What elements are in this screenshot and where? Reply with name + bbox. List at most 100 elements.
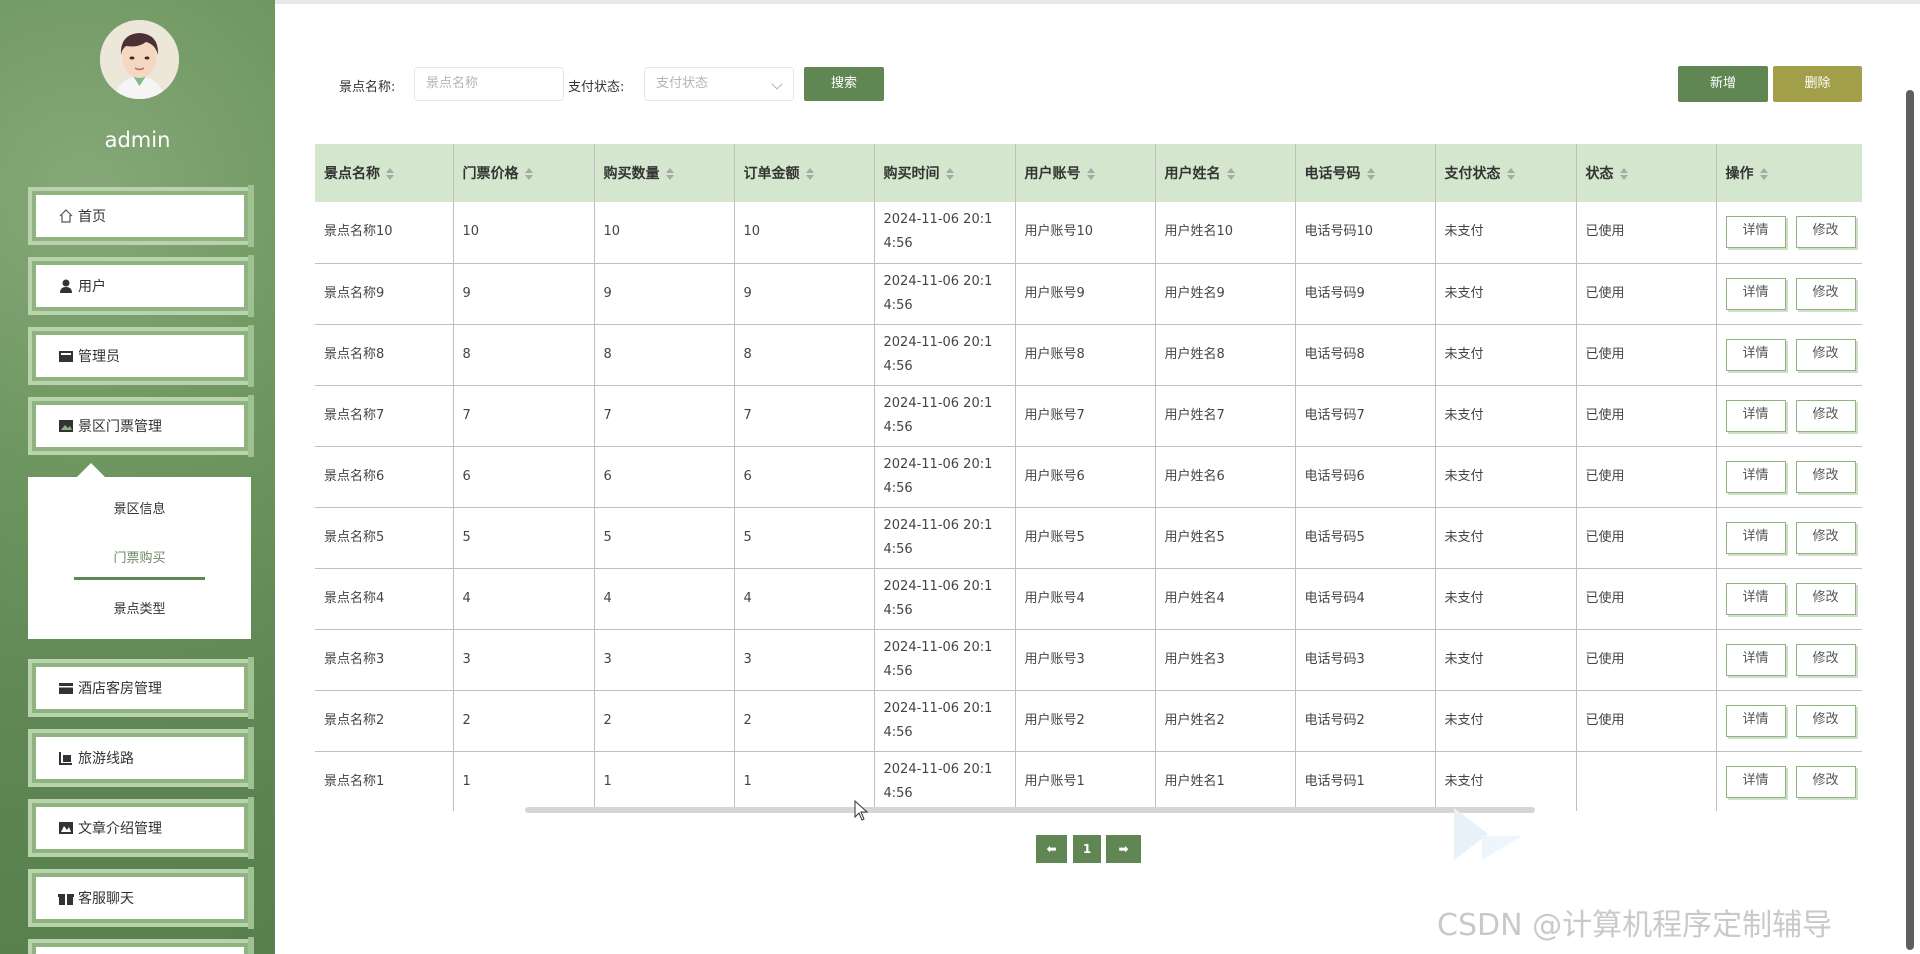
prev-page-button[interactable]: ⬅: [1036, 835, 1067, 863]
chevron-down-icon: [771, 78, 783, 90]
actions-cell: 详情 修改: [1716, 629, 1862, 691]
sidebar-item-ticket-management[interactable]: 景区门票管理: [28, 395, 254, 457]
sort-icon[interactable]: [386, 168, 394, 180]
table-cell: 2024-11-06 20:14:56: [874, 751, 1016, 811]
sidebar: admin 首页 用户 管理员 景区门票管理 景区信息 门票购买 景点类型 酒店…: [0, 0, 275, 954]
edit-button[interactable]: 修改: [1795, 277, 1856, 310]
column-header[interactable]: 用户账号: [1015, 144, 1156, 202]
table-cell: 3: [594, 629, 735, 691]
table-row: 景点名称1 1 1 1 2024-11-06 20:14:56 用户账号1 用户姓名1 电话号…: [315, 751, 1862, 811]
sort-icon[interactable]: [1619, 168, 1628, 180]
edit-button[interactable]: 修改: [1795, 643, 1856, 676]
table-cell: 用户姓名9: [1155, 263, 1296, 325]
column-header[interactable]: 购买时间: [874, 144, 1016, 202]
column-header-label: 门票价格: [462, 166, 519, 182]
edit-button[interactable]: 修改: [1795, 582, 1856, 615]
table-cell: 用户账号1: [1015, 751, 1156, 811]
detail-button[interactable]: 详情: [1725, 338, 1786, 371]
avatar[interactable]: [100, 20, 179, 99]
submenu-item-ticket-purchase[interactable]: 门票购买: [28, 547, 251, 566]
vertical-scrollbar[interactable]: [1906, 90, 1914, 950]
table-cell: 2024-11-06 20:14:56: [874, 324, 1016, 386]
edit-button[interactable]: 修改: [1795, 521, 1856, 554]
payment-status-select[interactable]: 支付状态: [644, 67, 794, 101]
detail-button[interactable]: 详情: [1725, 277, 1786, 310]
table-cell: 电话号码6: [1295, 446, 1436, 508]
column-header[interactable]: 订单金额: [734, 144, 875, 202]
table-cell: 3: [734, 629, 875, 691]
sidebar-item-customer-chat[interactable]: 客服聊天: [28, 867, 254, 929]
table-cell: 未支付: [1435, 324, 1577, 386]
sort-icon[interactable]: [1366, 168, 1375, 180]
table-cell: 6: [734, 446, 875, 508]
column-header[interactable]: 用户姓名: [1155, 144, 1296, 202]
sidebar-item-home[interactable]: 首页: [28, 185, 254, 247]
sort-icon[interactable]: [665, 168, 674, 180]
column-header[interactable]: 支付状态: [1435, 144, 1577, 202]
column-header[interactable]: 购买数量: [594, 144, 735, 202]
horizontal-scrollbar[interactable]: [525, 807, 1535, 813]
search-button[interactable]: 搜索: [804, 67, 884, 101]
table-cell: 4: [734, 568, 875, 630]
table-cell: 电话号码8: [1295, 324, 1436, 386]
detail-button[interactable]: 详情: [1725, 582, 1786, 615]
detail-button[interactable]: 详情: [1725, 460, 1786, 493]
sort-icon[interactable]: [1506, 168, 1515, 180]
detail-button[interactable]: 详情: [1725, 521, 1786, 554]
edit-button[interactable]: 修改: [1795, 704, 1856, 737]
detail-button[interactable]: 详情: [1725, 704, 1786, 737]
detail-button[interactable]: 详情: [1725, 643, 1786, 676]
detail-button[interactable]: 详情: [1725, 216, 1786, 249]
sort-icon[interactable]: [1759, 168, 1768, 180]
table-row: 景点名称6 6 6 6 2024-11-06 20:14:56 用户账号6 用户姓名6 电话号…: [315, 446, 1862, 508]
table-cell: 电话号码10: [1295, 202, 1436, 264]
sidebar-item-user[interactable]: 用户: [28, 255, 254, 317]
detail-button[interactable]: 详情: [1725, 765, 1786, 798]
table-cell: [1576, 751, 1717, 811]
sidebar-item-travel-route[interactable]: 旅游线路: [28, 727, 254, 789]
submenu-item-scenic-type[interactable]: 景点类型: [28, 598, 251, 617]
avatar-image: [100, 20, 179, 99]
table-cell: 10: [734, 202, 875, 264]
sort-icon[interactable]: [1086, 168, 1095, 180]
watermark: CSDN @计算机程序定制辅导: [1437, 908, 1833, 943]
column-header[interactable]: 门票价格: [453, 144, 595, 202]
column-header[interactable]: 操作: [1716, 144, 1862, 202]
add-button[interactable]: 新增: [1678, 66, 1768, 102]
edit-button[interactable]: 修改: [1795, 216, 1856, 249]
submenu-item-scenic-info[interactable]: 景区信息: [28, 498, 251, 517]
table-cell: 已使用: [1576, 446, 1717, 508]
sidebar-item-admin[interactable]: 管理员: [28, 325, 254, 387]
detail-button[interactable]: 详情: [1725, 399, 1786, 432]
table-cell: 未支付: [1435, 446, 1577, 508]
next-page-button[interactable]: ➡: [1106, 835, 1141, 863]
sidebar-item-article-management[interactable]: 文章介绍管理: [28, 797, 254, 859]
sort-icon[interactable]: [805, 168, 814, 180]
sidebar-item-more[interactable]: [28, 937, 254, 954]
sidebar-item-hotel-management[interactable]: 酒店客房管理: [28, 657, 254, 719]
page-number-button[interactable]: 1: [1073, 835, 1101, 863]
column-header[interactable]: 电话号码: [1295, 144, 1436, 202]
column-header[interactable]: 状态: [1576, 144, 1717, 202]
sort-icon[interactable]: [1226, 168, 1235, 180]
table-cell: 用户姓名8: [1155, 324, 1296, 386]
table-cell: 1: [734, 751, 875, 811]
sort-icon[interactable]: [524, 168, 533, 180]
edit-button[interactable]: 修改: [1795, 399, 1856, 432]
edit-button[interactable]: 修改: [1795, 338, 1856, 371]
edit-button[interactable]: 修改: [1795, 765, 1856, 798]
table-row: 景点名称3 3 3 3 2024-11-06 20:14:56 用户账号3 用户姓名3 电话号…: [315, 629, 1862, 691]
search-name-input[interactable]: 景点名称: [414, 67, 564, 101]
table-cell: 2024-11-06 20:14:56: [874, 568, 1016, 630]
delete-button[interactable]: 删除: [1773, 66, 1862, 102]
column-header-label: 购买时间: [883, 166, 940, 182]
table-cell: 电话号码5: [1295, 507, 1436, 569]
sort-icon[interactable]: [945, 168, 954, 180]
table-cell: 电话号码3: [1295, 629, 1436, 691]
column-header[interactable]: 景点名称: [315, 144, 454, 202]
table-cell: 用户账号9: [1015, 263, 1156, 325]
edit-button[interactable]: 修改: [1795, 460, 1856, 493]
sidebar-item-label: 旅游线路: [78, 751, 134, 767]
table-cell: 景点名称3: [315, 629, 454, 691]
decoration-shape: [1454, 808, 1522, 860]
